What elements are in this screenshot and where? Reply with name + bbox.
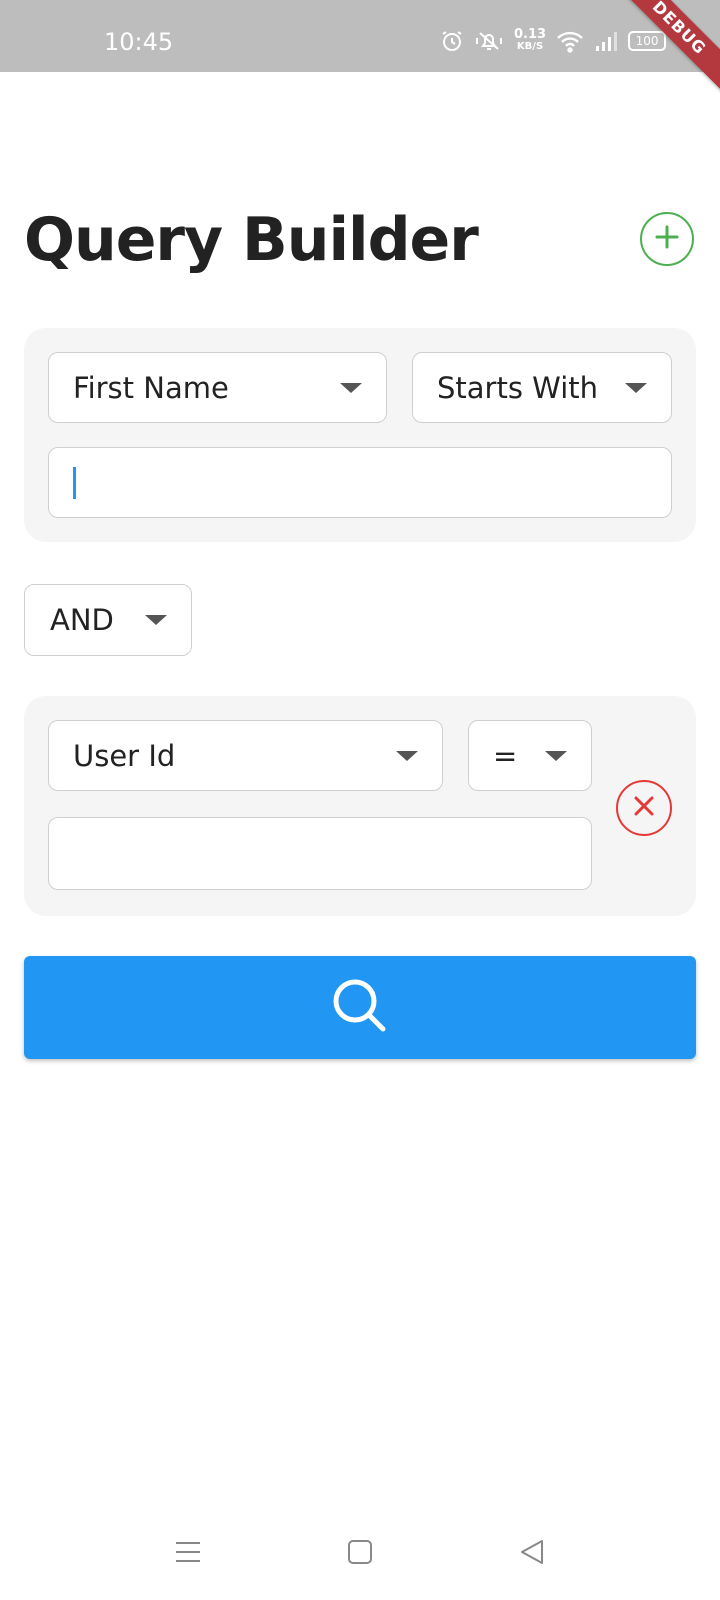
text-cursor — [73, 466, 76, 499]
net-speed: 0.13 KB/S — [514, 27, 547, 53]
plus-icon — [653, 223, 681, 255]
add-condition-button[interactable] — [640, 212, 694, 266]
chevron-down-icon — [340, 382, 362, 393]
value-input-1[interactable] — [48, 447, 672, 518]
chevron-down-icon — [625, 382, 647, 393]
wifi-icon — [556, 29, 584, 53]
operator-dropdown-2[interactable]: = — [468, 720, 592, 791]
field-dropdown-label: User Id — [73, 738, 176, 773]
value-input-2[interactable] — [48, 817, 592, 890]
operator-dropdown-label: = — [493, 738, 518, 773]
battery-level: 100 — [635, 34, 659, 48]
chevron-down-icon — [145, 615, 167, 625]
logic-operator-label: AND — [50, 603, 114, 637]
chevron-down-icon — [545, 750, 567, 761]
menu-icon[interactable] — [174, 1538, 202, 1570]
condition-card-2: User Id = — [24, 696, 696, 916]
condition-card-1: First Name Starts With — [24, 328, 696, 542]
status-icons: 0.13 KB/S 100 — [440, 26, 667, 56]
search-icon — [330, 976, 390, 1040]
status-bar: 10:45 0.13 KB/S 100 — [0, 0, 720, 72]
field-dropdown-2[interactable]: User Id — [48, 720, 443, 791]
net-speed-unit: KB/S — [516, 41, 544, 52]
field-dropdown-1[interactable]: First Name — [48, 352, 387, 423]
chevron-down-icon — [396, 750, 418, 761]
system-nav-bar — [0, 1520, 720, 1600]
operator-dropdown-label: Starts With — [437, 370, 599, 405]
field-dropdown-label: First Name — [73, 370, 229, 405]
signal-icon — [594, 30, 618, 52]
logic-operator-dropdown[interactable]: AND — [24, 584, 192, 656]
net-speed-value: 0.13 — [514, 27, 547, 42]
alarm-icon — [440, 29, 464, 53]
page-title: Query Builder — [24, 205, 479, 275]
remove-condition-button[interactable] — [616, 780, 672, 836]
back-icon[interactable] — [518, 1538, 546, 1570]
home-icon[interactable] — [346, 1538, 374, 1570]
status-time: 10:45 — [104, 28, 174, 56]
operator-dropdown-1[interactable]: Starts With — [412, 352, 672, 423]
battery-icon: 100 — [628, 31, 667, 51]
mute-icon — [474, 29, 504, 53]
search-button[interactable] — [24, 956, 696, 1059]
close-icon — [631, 793, 657, 823]
